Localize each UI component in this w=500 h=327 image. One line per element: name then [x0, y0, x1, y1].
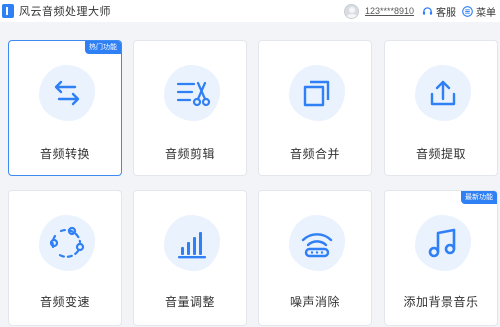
tool-label: 音频转换 [39, 147, 90, 161]
tool-label: 音频变速 [39, 295, 90, 309]
tool-label: 添加背景音乐 [403, 295, 479, 309]
tool-card-audio-cut[interactable]: 音频剪辑 [133, 40, 247, 176]
merge-squares-icon [303, 80, 330, 107]
service-button[interactable]: 客服 [422, 4, 456, 19]
title-bar: 风云音频处理大师 123****8910 客服 菜单 [0, 0, 500, 22]
menu-icon [462, 5, 473, 17]
app-logo-icon [2, 4, 14, 18]
tool-card-add-bgm[interactable]: 最新功能 添加背景音乐 [384, 190, 498, 326]
avatar[interactable] [343, 3, 359, 19]
service-label: 客服 [436, 7, 456, 19]
tool-card-audio-convert[interactable]: 热门功能 音频转换 [8, 40, 122, 176]
menu-label: 菜单 [476, 7, 496, 19]
headset-icon [422, 6, 433, 15]
header-actions: 123****8910 客服 菜单 [343, 0, 496, 22]
music-note-icon [428, 228, 456, 258]
app-title: 风云音频处理大师 [19, 5, 111, 18]
upload-tray-icon [430, 80, 456, 106]
tool-label: 音频提取 [415, 147, 466, 161]
tool-card-audio-merge[interactable]: 音频合并 [258, 40, 372, 176]
tool-label: 音量调整 [164, 295, 215, 309]
noise-wifi-icon [301, 233, 333, 258]
account-link[interactable]: 123****8910 [365, 6, 414, 16]
volume-bars-icon [178, 232, 206, 259]
hot-feature-badge: 热门功能 [85, 41, 121, 54]
speed-dots-icon [49, 226, 85, 258]
tool-label: 音频剪辑 [164, 147, 215, 161]
menu-button[interactable]: 菜单 [462, 4, 496, 19]
convert-arrows-icon [54, 80, 80, 106]
tool-card-audio-speed[interactable]: 音频变速 [8, 190, 122, 326]
tool-card-volume-adjust[interactable]: 音量调整 [133, 190, 247, 326]
scissors-icon [176, 81, 211, 107]
tool-label: 噪声消除 [289, 295, 340, 309]
tool-card-audio-extract[interactable]: 音频提取 [384, 40, 498, 176]
tool-label: 音频合并 [289, 147, 340, 161]
tool-card-noise-removal[interactable]: 噪声消除 [258, 190, 372, 326]
new-feature-badge: 最新功能 [461, 191, 497, 204]
